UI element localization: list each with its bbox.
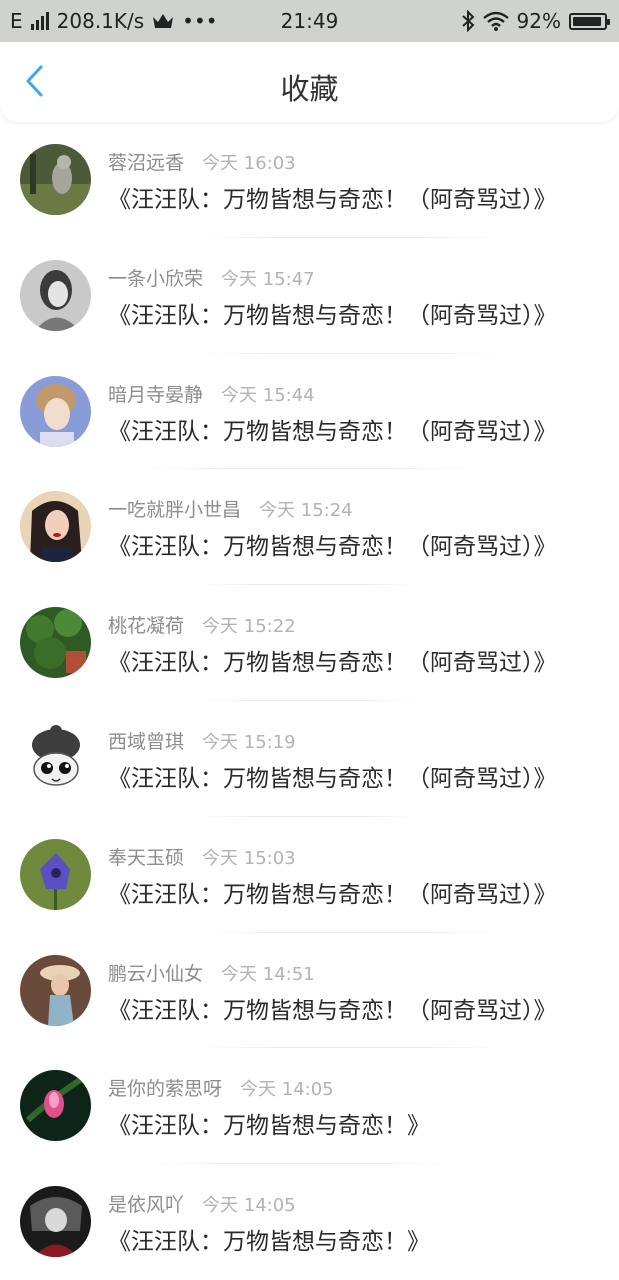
timestamp: 今天 14:51 [221, 963, 315, 985]
avatar[interactable] [20, 607, 91, 679]
timestamp: 今天 16:03 [202, 153, 296, 174]
timestamp: 今天 15:24 [259, 500, 353, 522]
status-bar: E 208.1K/s ••• 21:49 92% [0, 0, 619, 42]
favorites-list: 蓉沼远香 今天 16:03 《汪汪队：万物皆想与奇恋！（阿奇骂过）》 一条小欣荣… [0, 122, 619, 1280]
message-text[interactable]: 《汪汪队：万物皆想与奇恋！（阿奇骂过）》 [108, 412, 557, 446]
message-text[interactable]: 《汪汪队：万物皆想与奇恋！（阿奇骂过）》 [108, 180, 557, 214]
username[interactable]: 一条小欣荣 [108, 264, 203, 291]
username[interactable]: 桃花凝荷 [108, 611, 184, 638]
username[interactable]: 西域曾琪 [108, 727, 184, 754]
signal-icon [30, 12, 49, 30]
bluetooth-icon [461, 10, 475, 32]
username[interactable]: 是依风吖 [108, 1190, 184, 1217]
username[interactable]: 鹏云小仙女 [108, 959, 203, 986]
more-dots: ••• [182, 9, 218, 33]
battery-icon [569, 12, 610, 30]
message-text[interactable]: 《汪汪队：万物皆想与奇恋！（阿奇骂过）》 [108, 875, 557, 909]
username[interactable]: 奉天玉硕 [108, 843, 184, 870]
avatar[interactable] [20, 722, 91, 794]
header: 收藏 [0, 42, 619, 122]
crown-icon [152, 12, 174, 30]
back-button[interactable] [18, 65, 50, 101]
network-type: E [10, 9, 23, 33]
list-item[interactable]: 西域曾琪 今天 15:19 《汪汪队：万物皆想与奇恋！（阿奇骂过）》 [0, 701, 619, 817]
username[interactable]: 是你的萦思呀 [108, 1074, 222, 1101]
timestamp: 今天 15:44 [221, 384, 315, 406]
chevron-left-icon [24, 65, 44, 101]
avatar[interactable] [20, 375, 91, 447]
avatar[interactable] [20, 1186, 91, 1258]
page-title: 收藏 [280, 72, 339, 106]
list-item[interactable]: 是依风吖 今天 14:05 《汪汪队：万物皆想与奇恋！》 [0, 1164, 619, 1280]
list-item[interactable]: 蓉沼远香 今天 16:03 《汪汪队：万物皆想与奇恋！（阿奇骂过）》 [0, 122, 619, 238]
list-item[interactable]: 奉天玉硕 今天 15:03 《汪汪队：万物皆想与奇恋！（阿奇骂过）》 [0, 817, 619, 933]
avatar[interactable] [20, 491, 91, 563]
username[interactable]: 暗月寺晏静 [108, 380, 203, 407]
avatar[interactable] [20, 1070, 91, 1142]
timestamp: 今天 15:19 [202, 731, 296, 753]
message-text[interactable]: 《汪汪队：万物皆想与奇恋！》 [108, 1106, 430, 1140]
timestamp: 今天 14:05 [202, 1195, 296, 1217]
message-text[interactable]: 《汪汪队：万物皆想与奇恋！（阿奇骂过）》 [108, 759, 557, 793]
avatar[interactable] [20, 838, 91, 910]
list-item[interactable]: 一吃就胖小世昌 今天 15:24 《汪汪队：万物皆想与奇恋！（阿奇骂过）》 [0, 469, 619, 586]
username[interactable]: 一吃就胖小世昌 [108, 495, 241, 522]
message-text[interactable]: 《汪汪队：万物皆想与奇恋！（阿奇骂过）》 [108, 527, 557, 561]
battery-fill [573, 16, 601, 26]
list-item[interactable]: 鹏云小仙女 今天 14:51 《汪汪队：万物皆想与奇恋！（阿奇骂过）》 [0, 933, 619, 1049]
avatar[interactable] [20, 954, 91, 1026]
list-item[interactable]: 一条小欣荣 今天 15:47 《汪汪队：万物皆想与奇恋！（阿奇骂过）》 [0, 238, 619, 354]
timestamp: 今天 14:05 [240, 1079, 334, 1101]
wifi-icon [482, 11, 509, 31]
message-text[interactable]: 《汪汪队：万物皆想与奇恋！（阿奇骂过）》 [108, 296, 557, 330]
list-item[interactable]: 暗月寺晏静 今天 15:44 《汪汪队：万物皆想与奇恋！（阿奇骂过）》 [0, 354, 619, 470]
battery-percent: 92% [516, 9, 561, 33]
clock: 21:49 [280, 9, 339, 33]
timestamp: 今天 15:47 [221, 268, 315, 290]
list-item[interactable]: 是你的萦思呀 今天 14:05 《汪汪队：万物皆想与奇恋！》 [0, 1048, 619, 1165]
list-item[interactable]: 桃花凝荷 今天 15:22 《汪汪队：万物皆想与奇恋！（阿奇骂过）》 [0, 585, 619, 701]
avatar[interactable] [20, 144, 91, 215]
timestamp: 今天 15:03 [202, 847, 296, 869]
timestamp: 今天 15:22 [202, 616, 296, 638]
message-text[interactable]: 《汪汪队：万物皆想与奇恋！》 [108, 1222, 430, 1256]
message-text[interactable]: 《汪汪队：万物皆想与奇恋！（阿奇骂过）》 [108, 643, 557, 677]
avatar[interactable] [20, 259, 91, 331]
username[interactable]: 蓉沼远香 [108, 148, 184, 175]
network-speed: 208.1K/s [56, 9, 145, 33]
message-text[interactable]: 《汪汪队：万物皆想与奇恋！（阿奇骂过）》 [108, 991, 557, 1025]
